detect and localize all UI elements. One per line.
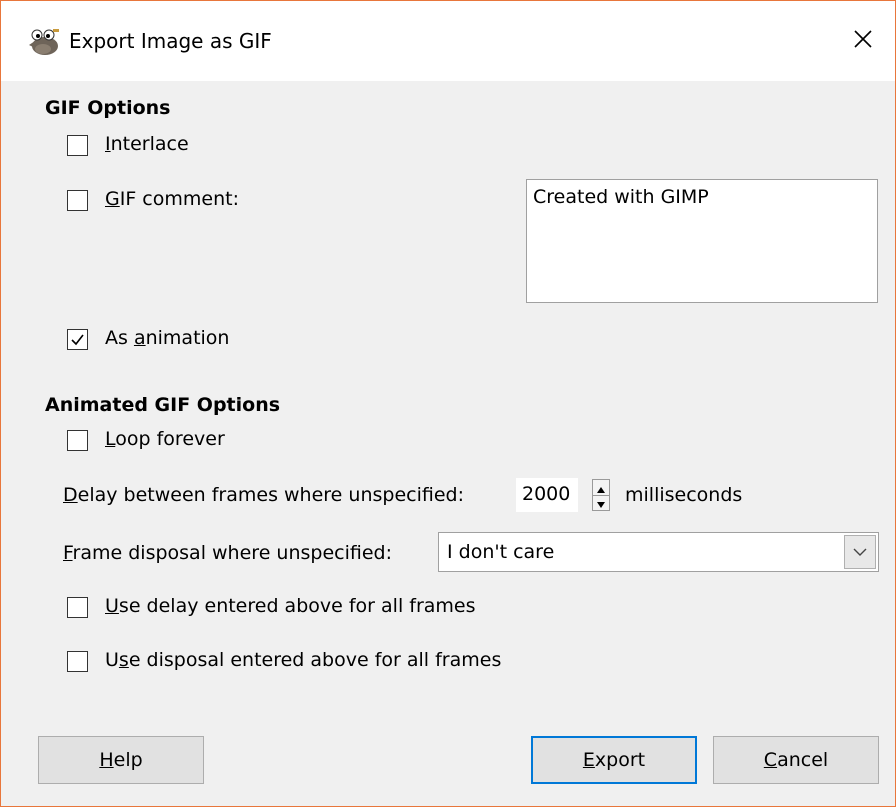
animated-gif-options-heading: Animated GIF Options xyxy=(45,394,281,416)
frame-disposal-select[interactable]: I don't care xyxy=(438,532,879,572)
gif-comment-label[interactable]: GIF comment: xyxy=(105,188,239,210)
gif-comment-checkbox[interactable] xyxy=(67,190,88,211)
cancel-label-rest: ancel xyxy=(777,749,829,771)
dropdown-button[interactable] xyxy=(844,535,876,569)
delay-spin-input[interactable]: 2000 xyxy=(516,478,578,512)
delay-spin-buttons xyxy=(592,479,610,511)
close-icon xyxy=(853,29,873,54)
loop-forever-mnemonic: L xyxy=(105,428,116,450)
use-disposal-checkbox[interactable] xyxy=(67,651,88,672)
gimp-wilber-icon xyxy=(27,27,61,57)
loop-forever-label[interactable]: Loop forever xyxy=(105,428,225,450)
title-bar: Export Image as GIF xyxy=(1,1,895,81)
triangle-down-icon xyxy=(597,502,605,508)
frame-disposal-label-rest: rame disposal where unspecified: xyxy=(72,542,392,564)
as-animation-label-rest: nimation xyxy=(145,327,230,349)
export-mnemonic: E xyxy=(582,749,595,771)
interlace-label-rest: nterlace xyxy=(110,133,189,155)
help-button[interactable]: Help xyxy=(38,736,204,784)
delay-label: Delay between frames where unspecified: xyxy=(63,484,464,506)
as-animation-label-pre: As xyxy=(105,327,134,349)
use-delay-label-rest: se delay entered above for all frames xyxy=(118,595,476,617)
close-button[interactable] xyxy=(831,1,895,81)
use-disposal-label-rest: e disposal entered above for all frames xyxy=(128,649,502,671)
use-delay-label[interactable]: Use delay entered above for all frames xyxy=(105,595,476,617)
use-disposal-label[interactable]: Use disposal entered above for all frame… xyxy=(105,649,501,671)
as-animation-label[interactable]: As animation xyxy=(105,327,229,349)
interlace-label[interactable]: Interlace xyxy=(105,133,189,155)
window-title: Export Image as GIF xyxy=(69,29,272,53)
loop-forever-label-rest: oop forever xyxy=(115,428,225,450)
frame-disposal-label: Frame disposal where unspecified: xyxy=(63,542,392,564)
frame-disposal-mnemonic: F xyxy=(63,542,73,564)
export-button[interactable]: Export xyxy=(531,736,697,784)
as-animation-checkbox[interactable] xyxy=(67,329,88,350)
use-delay-checkbox[interactable] xyxy=(67,597,88,618)
spin-up-button[interactable] xyxy=(593,480,609,496)
frame-disposal-selected: I don't care xyxy=(447,541,555,563)
interlace-checkbox[interactable] xyxy=(67,135,88,156)
chevron-down-icon xyxy=(853,548,867,556)
as-animation-mnemonic: a xyxy=(133,327,146,349)
gif-comment-label-rest: IF comment: xyxy=(119,188,239,210)
cancel-button[interactable]: Cancel xyxy=(713,736,879,784)
dialog-content: GIF Options Interlace GIF comment: Creat… xyxy=(1,81,895,806)
use-disposal-mnemonic: s xyxy=(118,649,129,671)
gif-options-heading: GIF Options xyxy=(45,97,171,119)
spin-down-button[interactable] xyxy=(593,495,609,510)
use-delay-mnemonic: U xyxy=(105,595,119,617)
delay-unit: milliseconds xyxy=(625,484,743,506)
delay-label-rest: elay between frames where unspecified: xyxy=(77,484,464,506)
export-gif-dialog: Export Image as GIF GIF Options Interlac… xyxy=(0,0,896,807)
export-label-rest: xport xyxy=(594,749,646,771)
gif-comment-mnemonic: G xyxy=(105,188,120,210)
help-mnemonic: H xyxy=(99,749,114,771)
gif-comment-textarea[interactable]: Created with GIMP xyxy=(526,179,878,303)
cancel-mnemonic: C xyxy=(763,749,778,771)
loop-forever-checkbox[interactable] xyxy=(67,430,88,451)
checkmark-icon xyxy=(71,334,84,346)
delay-mnemonic: D xyxy=(63,484,78,506)
help-label-rest: elp xyxy=(113,749,143,771)
use-disposal-label-pre: U xyxy=(105,649,119,671)
